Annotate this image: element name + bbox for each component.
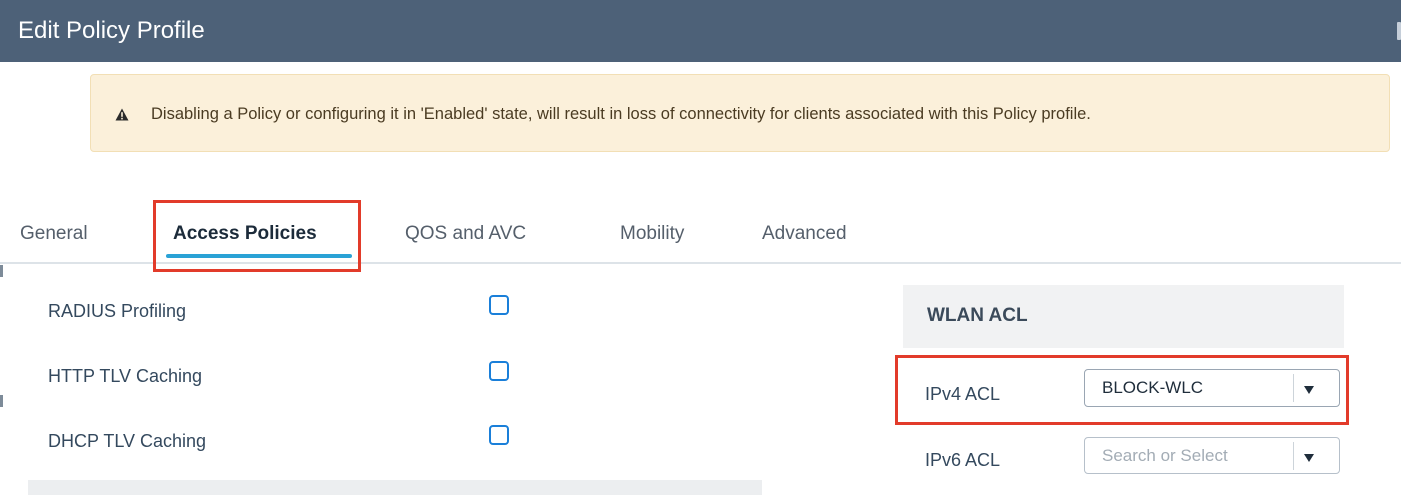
http-tlv-caching-label: HTTP TLV Caching [48, 366, 203, 386]
left-edge-marker [0, 395, 3, 407]
http-tlv-caching-checkbox[interactable] [489, 361, 509, 381]
dialog-header: Edit Policy Profile [0, 0, 1401, 62]
highlight-box-access-policies-tab [153, 200, 361, 272]
ipv6-acl-label: IPv6 ACL [925, 450, 1001, 470]
ipv6-acl-placeholder: Search or Select [1102, 446, 1228, 465]
warning-alert: Disabling a Policy or configuring it in … [90, 74, 1390, 152]
wlan-acl-section-header: WLAN ACL [903, 285, 1344, 348]
tab-advanced[interactable]: Advanced [762, 223, 847, 245]
tab-qos-and-avc[interactable]: QOS and AVC [405, 223, 526, 245]
dhcp-tlv-caching-checkbox[interactable] [489, 425, 509, 445]
header-edge-control[interactable] [1397, 22, 1401, 40]
next-section-header [28, 480, 762, 495]
warning-triangle-icon [115, 108, 129, 121]
dhcp-tlv-caching-label: DHCP TLV Caching [48, 431, 207, 451]
radius-profiling-checkbox[interactable] [489, 295, 509, 315]
left-edge-marker [0, 265, 3, 277]
ipv6-acl-select[interactable]: Search or Select [1084, 437, 1340, 474]
radius-profiling-label: RADIUS Profiling [48, 301, 187, 321]
warning-message: Disabling a Policy or configuring it in … [151, 105, 1091, 123]
tab-mobility[interactable]: Mobility [620, 223, 684, 245]
chevron-down-icon[interactable] [1304, 454, 1314, 462]
highlight-box-ipv4-acl [895, 355, 1349, 425]
select-divider [1293, 442, 1294, 470]
wlan-acl-title: WLAN ACL [927, 305, 1028, 326]
tab-general[interactable]: General [20, 223, 88, 245]
dialog-title: Edit Policy Profile [18, 17, 205, 44]
